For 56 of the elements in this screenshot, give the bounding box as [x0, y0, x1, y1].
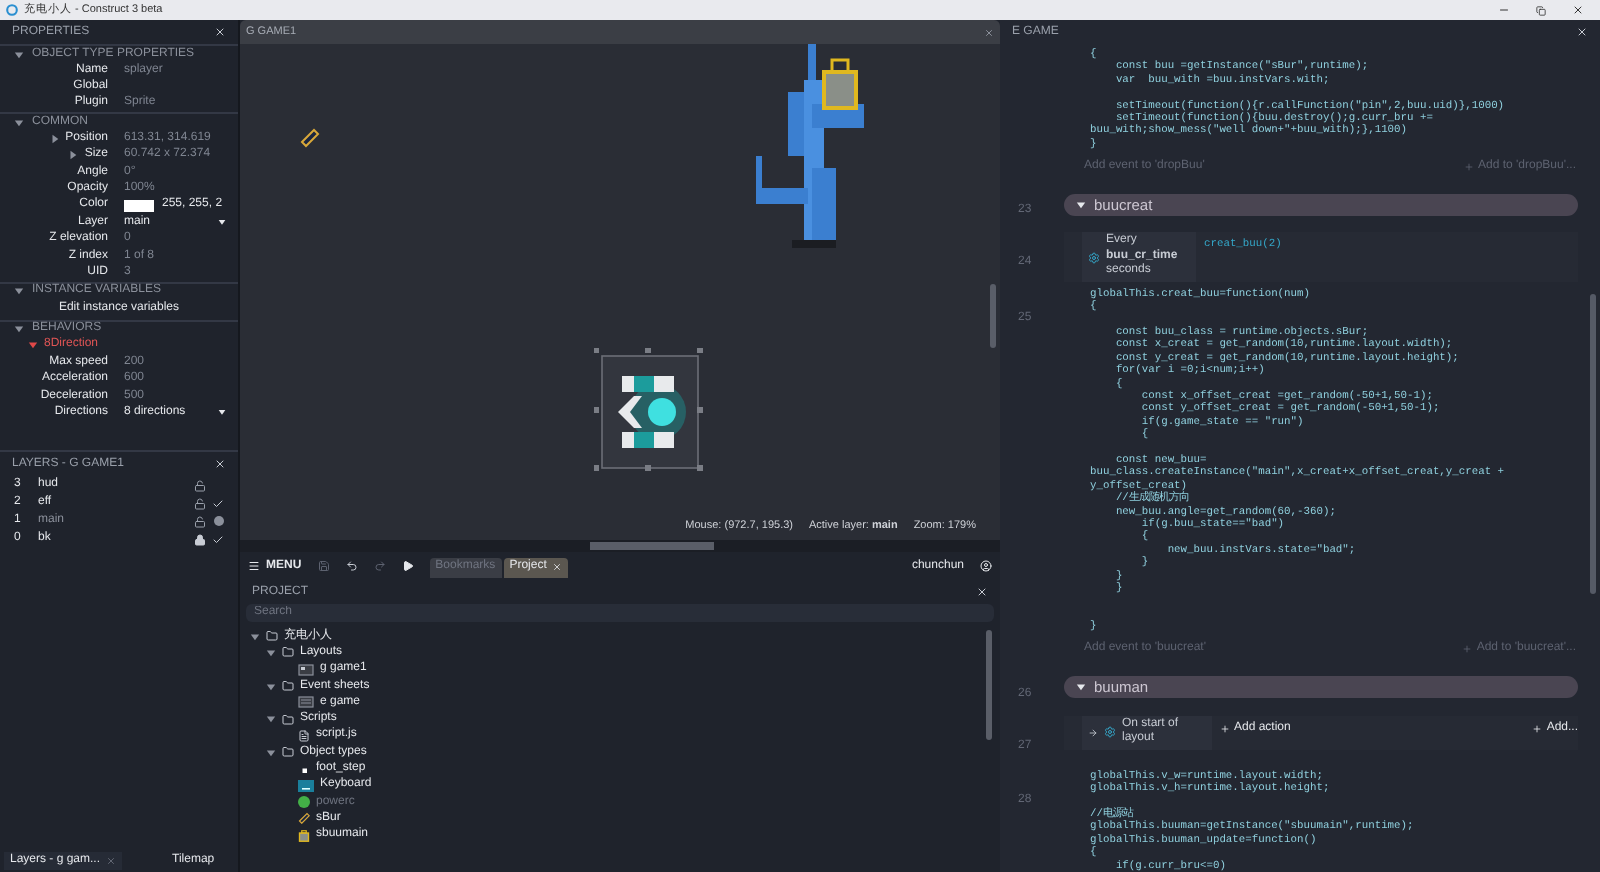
caret-icon[interactable]: [14, 49, 24, 59]
folder-icon: [282, 680, 294, 693]
play-icon[interactable]: [401, 560, 414, 572]
color-swatch[interactable]: [124, 199, 154, 212]
caret-icon[interactable]: [266, 747, 276, 758]
gear-icon: [1104, 726, 1116, 739]
plus-icon: [1464, 161, 1474, 172]
unlock-icon[interactable]: [194, 497, 206, 509]
scrollbar-thumb[interactable]: [1590, 294, 1596, 594]
caret-icon[interactable]: [266, 681, 276, 692]
caret-icon: [28, 340, 38, 351]
active-layer-icon: [213, 516, 223, 526]
player-sprite-drawing[interactable]: [594, 348, 706, 476]
caret-icon: [218, 408, 226, 417]
caret-icon[interactable]: [14, 117, 24, 128]
scrollbar-thumb[interactable]: [990, 284, 996, 348]
scrollbar-thumb[interactable]: [590, 542, 714, 550]
caret-icon[interactable]: [266, 647, 276, 658]
plus-icon: [1462, 644, 1473, 655]
unlock-icon[interactable]: [194, 479, 206, 491]
unlock-icon[interactable]: [194, 515, 206, 527]
file-icon: [298, 729, 310, 742]
app-logo-icon: [6, 4, 18, 16]
event-sheet-icon: [298, 696, 314, 709]
close-icon[interactable]: [1572, 4, 1584, 16]
caret-icon[interactable]: [14, 324, 24, 335]
scrollbar-thumb[interactable]: [986, 630, 992, 740]
caret-icon[interactable]: [1076, 682, 1086, 693]
visible-check-icon[interactable]: [212, 533, 224, 545]
user-icon[interactable]: [980, 560, 992, 572]
layout-icon: [298, 663, 314, 676]
small-sprite-drawing: [300, 128, 320, 148]
keyboard-icon: [298, 779, 314, 792]
caret-icon[interactable]: [1076, 199, 1086, 210]
folder-icon: [282, 646, 294, 659]
caret-icon[interactable]: [250, 631, 260, 642]
minimize-icon[interactable]: [1498, 4, 1510, 16]
sprite-icon: [298, 812, 310, 825]
circle-icon: [298, 796, 310, 809]
folder-icon: [282, 746, 294, 759]
gear-icon: [1088, 251, 1100, 263]
folder-icon: [266, 630, 278, 643]
folder-icon: [282, 713, 294, 726]
restore-icon[interactable]: [1536, 5, 1546, 15]
menu-icon: [248, 560, 260, 572]
caret-icon[interactable]: [266, 714, 276, 725]
caret-icon: [218, 218, 226, 227]
save-icon[interactable]: [317, 560, 330, 572]
plus-icon: [1220, 723, 1230, 734]
visible-check-icon[interactable]: [212, 497, 224, 509]
redo-icon[interactable]: [373, 560, 386, 572]
caret-icon[interactable]: [14, 286, 24, 297]
undo-icon[interactable]: [345, 560, 358, 572]
lock-icon[interactable]: [194, 533, 206, 545]
crate-icon: [298, 829, 310, 842]
plus-icon: [1532, 723, 1543, 734]
